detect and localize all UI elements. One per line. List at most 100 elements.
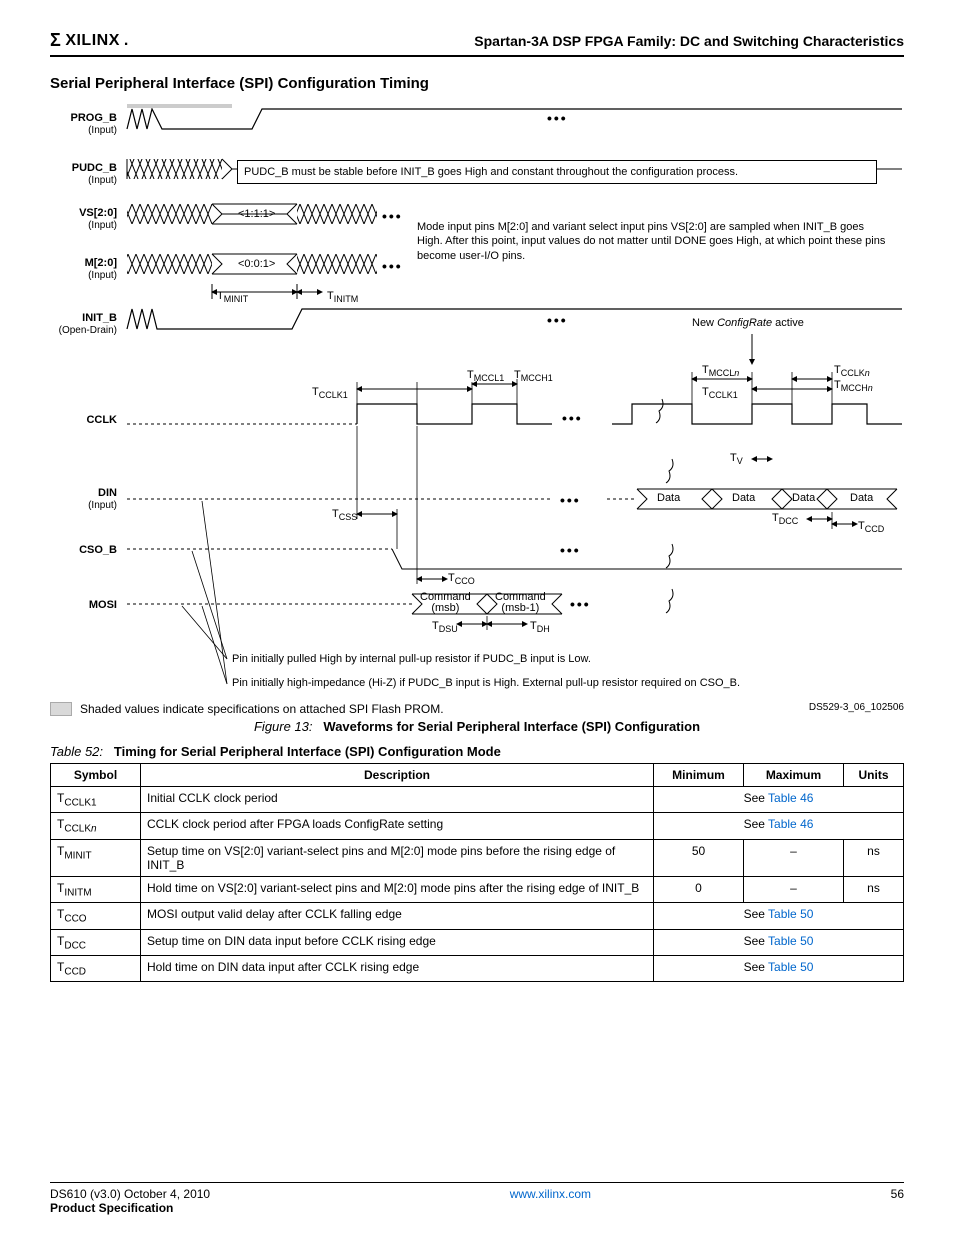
t-dcc: TDCC (772, 512, 798, 526)
th-maximum: Maximum (744, 764, 844, 787)
cell-description: Hold time on DIN data input after CCLK r… (141, 955, 654, 981)
logo-sigma-icon: Σ (50, 30, 61, 51)
xilinx-logo: Σ XILINX. (50, 30, 129, 51)
t-ccd: TCCD (858, 520, 884, 534)
th-minimum: Minimum (654, 764, 744, 787)
t-v: TV (730, 452, 743, 466)
table-row: TCCLKnCCLK clock period after FPGA loads… (51, 813, 904, 839)
table-row: TMINITSetup time on VS[2:0] variant-sele… (51, 839, 904, 876)
ellipsis-icon: ••• (547, 110, 568, 126)
figure-caption: Figure 13: Waveforms for Serial Peripher… (50, 719, 904, 734)
table-ref-link[interactable]: Table 50 (768, 907, 813, 921)
table-row: TCCLK1Initial CCLK clock periodSee Table… (51, 787, 904, 813)
table-caption: Table 52: Timing for Serial Peripheral I… (50, 744, 904, 759)
t-cclk1-r: TCCLK1 (702, 386, 738, 400)
table-ref-link[interactable]: Table 50 (768, 934, 813, 948)
footer-link[interactable]: www.xilinx.com (510, 1187, 591, 1201)
footer-page-num: 56 (891, 1187, 904, 1215)
cell-min: 0 (654, 876, 744, 902)
cmd-msb: Command (msb) (420, 592, 471, 614)
t-mcchn: TMCCHn (834, 379, 873, 393)
config-rate-label: New ConfigRate active (692, 316, 804, 330)
figure-title: Waveforms for Serial Peripheral Interfac… (323, 719, 700, 734)
table-row: TDCCSetup time on DIN data input before … (51, 929, 904, 955)
ellipsis-icon: ••• (560, 492, 581, 508)
t-cco: TCCO (448, 572, 475, 586)
table-ref-link[interactable]: Table 50 (768, 960, 813, 974)
th-symbol: Symbol (51, 764, 141, 787)
footer-left: DS610 (v3.0) October 4, 2010 Product Spe… (50, 1187, 210, 1215)
timing-table: Symbol Description Minimum Maximum Units… (50, 763, 904, 982)
cell-see-ref: See Table 46 (654, 813, 904, 839)
t-mcch1: TMCCH1 (514, 369, 553, 383)
table-ref-link[interactable]: Table 46 (768, 817, 813, 831)
footer-doc-id: DS610 (v3.0) October 4, 2010 (50, 1187, 210, 1201)
ellipsis-icon: ••• (562, 410, 583, 426)
t-dsu: TDSU (432, 620, 458, 634)
t-minit: TMINIT (217, 290, 248, 304)
t-initm: TINITM (327, 290, 358, 304)
cell-units: ns (844, 876, 904, 902)
cell-symbol: TCCLKn (51, 813, 141, 839)
waveform-svg (52, 104, 902, 694)
t-cclkn: TCCLKn (834, 364, 870, 378)
table-ref-link[interactable]: Table 46 (768, 791, 813, 805)
cell-symbol: TCCLK1 (51, 787, 141, 813)
cell-symbol: TCCO (51, 903, 141, 929)
cell-symbol: TCCD (51, 955, 141, 981)
shaded-swatch-icon (50, 702, 72, 716)
t-mccln: TMCCLn (702, 364, 739, 378)
data-label: Data (732, 492, 755, 504)
page-header: Σ XILINX. Spartan-3A DSP FPGA Family: DC… (50, 30, 904, 57)
timing-diagram: PROG_B(Input) PUDC_B(Input) VS[2:0](Inpu… (52, 104, 902, 694)
cell-see-ref: See Table 50 (654, 903, 904, 929)
table-header-row: Symbol Description Minimum Maximum Units (51, 764, 904, 787)
table-row: TCCDHold time on DIN data input after CC… (51, 955, 904, 981)
vs-value: <1:1:1> (238, 208, 275, 220)
cell-description: Setup time on VS[2:0] variant-select pin… (141, 839, 654, 876)
m-value: <0:0:1> (238, 258, 275, 270)
cell-description: Setup time on DIN data input before CCLK… (141, 929, 654, 955)
data-label: Data (850, 492, 873, 504)
cell-description: Hold time on VS[2:0] variant-select pins… (141, 876, 654, 902)
footer-product-spec: Product Specification (50, 1201, 173, 1215)
th-description: Description (141, 764, 654, 787)
pin-note2: Pin initially high-impedance (Hi-Z) if P… (232, 676, 740, 690)
th-units: Units (844, 764, 904, 787)
cell-symbol: TINITM (51, 876, 141, 902)
cell-description: Initial CCLK clock period (141, 787, 654, 813)
cell-see-ref: See Table 50 (654, 955, 904, 981)
pudc-note: PUDC_B must be stable before INIT_B goes… (237, 160, 877, 184)
cell-description: CCLK clock period after FPGA loads Confi… (141, 813, 654, 839)
ellipsis-icon: ••• (382, 208, 403, 224)
ellipsis-icon: ••• (382, 258, 403, 274)
t-dh: TDH (530, 620, 550, 634)
ellipsis-icon: ••• (570, 596, 591, 612)
pin-note1: Pin initially pulled High by internal pu… (232, 652, 591, 666)
table-row: TINITMHold time on VS[2:0] variant-selec… (51, 876, 904, 902)
t-mccl1: TMCCL1 (467, 369, 504, 383)
cell-min: 50 (654, 839, 744, 876)
table-title: Timing for Serial Peripheral Interface (… (114, 744, 501, 759)
figure-label: Figure 13: (254, 719, 313, 734)
logo-text: XILINX (65, 32, 120, 50)
cell-max: – (744, 839, 844, 876)
section-title: Serial Peripheral Interface (SPI) Config… (50, 75, 904, 92)
cmd-msb1: Command (msb-1) (495, 592, 546, 614)
cell-see-ref: See Table 46 (654, 787, 904, 813)
data-label: Data (792, 492, 815, 504)
cell-symbol: TMINIT (51, 839, 141, 876)
cell-max: – (744, 876, 844, 902)
page-footer: DS610 (v3.0) October 4, 2010 Product Spe… (50, 1182, 904, 1215)
cell-symbol: TDCC (51, 929, 141, 955)
cell-units: ns (844, 839, 904, 876)
doc-title: Spartan-3A DSP FPGA Family: DC and Switc… (474, 33, 904, 49)
footer-center: www.xilinx.com (210, 1187, 891, 1215)
t-cclk1: TCCLK1 (312, 386, 348, 400)
ellipsis-icon: ••• (560, 542, 581, 558)
t-css: TCSS (332, 508, 357, 522)
cell-see-ref: See Table 50 (654, 929, 904, 955)
shaded-note-text: Shaded values indicate specifications on… (80, 702, 444, 716)
table-label: Table 52: (50, 744, 103, 759)
data-label: Data (657, 492, 680, 504)
